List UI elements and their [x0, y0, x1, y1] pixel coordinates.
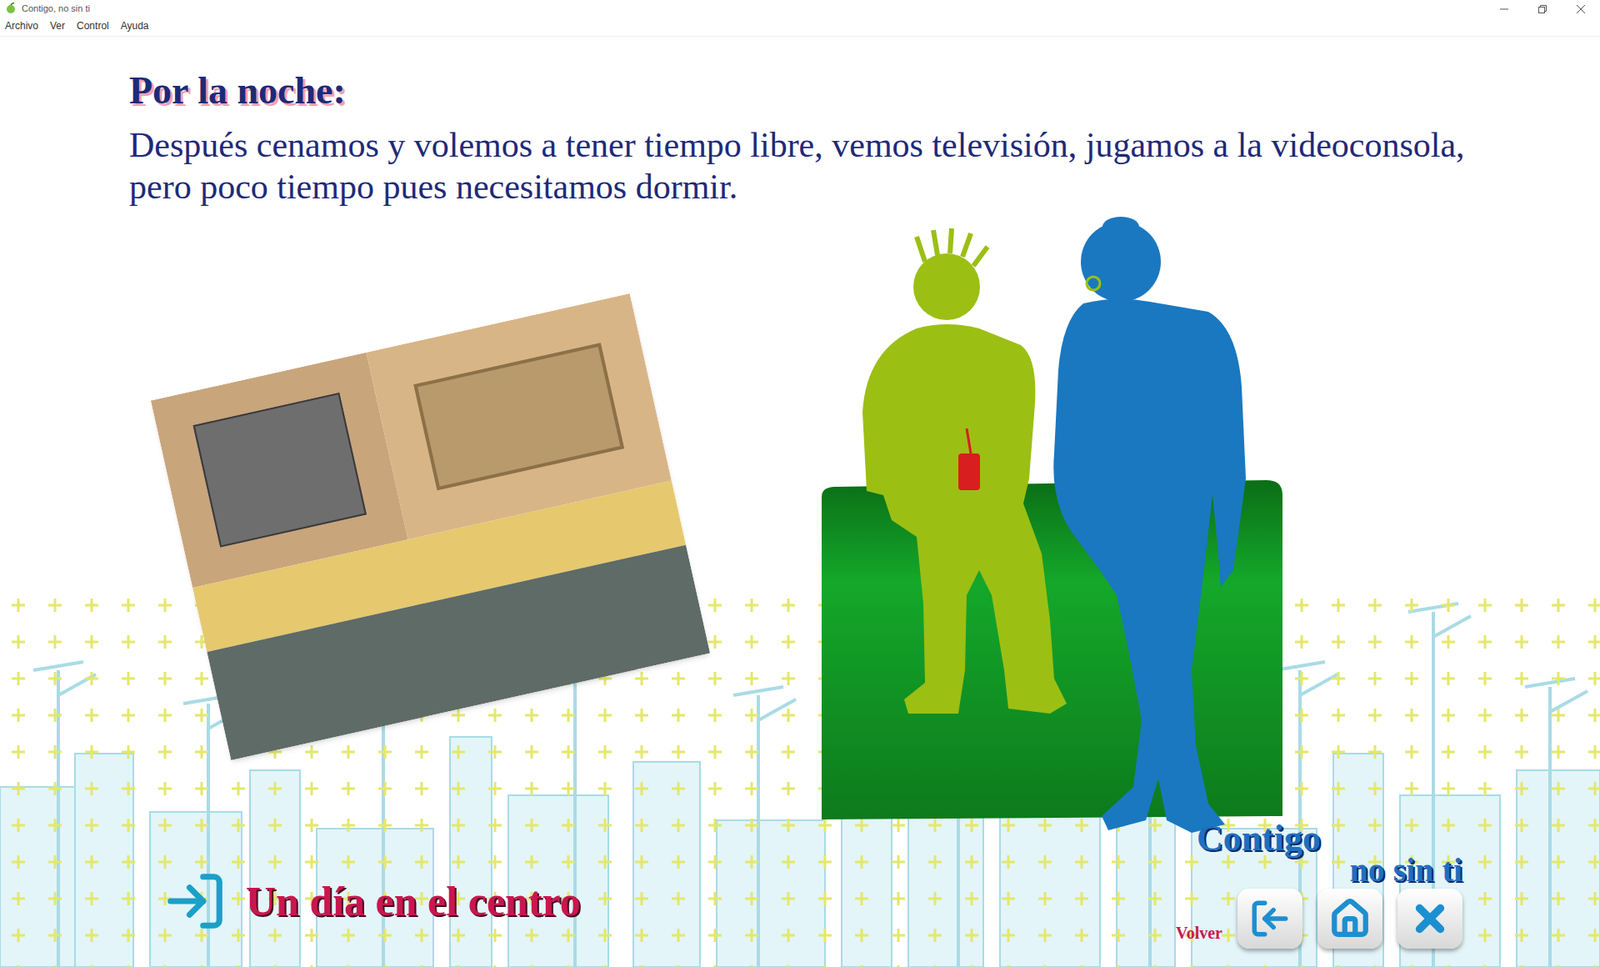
section-link[interactable]: Un día en el centro [162, 868, 581, 949]
app-icon [5, 2, 17, 15]
sitting-person [862, 228, 1067, 714]
enter-icon [162, 868, 228, 934]
minimize-button[interactable] [1485, 0, 1524, 19]
minimize-icon [1500, 5, 1509, 14]
slide-heading: Por la noche: [129, 70, 1475, 113]
back-icon [1249, 897, 1291, 940]
home-icon [1329, 897, 1371, 940]
back-label: Volver [1175, 920, 1223, 949]
restore-icon [1538, 5, 1547, 14]
back-button[interactable] [1237, 888, 1303, 949]
logo: Contigono sin ti [1196, 821, 1463, 885]
menu-bar: Archivo Ver Control Ayuda [5, 15, 150, 34]
people-silhouettes-illustration [800, 203, 1317, 845]
close-button[interactable] [1561, 0, 1600, 19]
cup [958, 428, 980, 490]
slide-body-text: Después cenamos y volemos a tener tiempo… [129, 124, 1475, 208]
close-icon [1409, 897, 1451, 940]
close-icon [1576, 5, 1585, 14]
restore-button[interactable] [1523, 0, 1562, 19]
slide: Por la noche: Después cenamos y volemos a… [0, 36, 1600, 967]
home-button[interactable] [1317, 888, 1383, 949]
title-bar: Contigo, no sin ti Archivo Ver Control Ayuda [0, 0, 1600, 37]
menu-item[interactable]: Ver [50, 18, 65, 34]
standing-person [1053, 216, 1246, 833]
window-title: Contigo, no sin ti [21, 1, 90, 16]
app-window: Contigo, no sin ti Archivo Ver Control Ayuda… [0, 0, 1600, 967]
exit-button[interactable] [1397, 888, 1463, 949]
menu-item[interactable]: Control [76, 18, 110, 34]
menu-item[interactable]: Ayuda [120, 18, 150, 34]
menu-item[interactable]: Archivo [5, 18, 39, 34]
